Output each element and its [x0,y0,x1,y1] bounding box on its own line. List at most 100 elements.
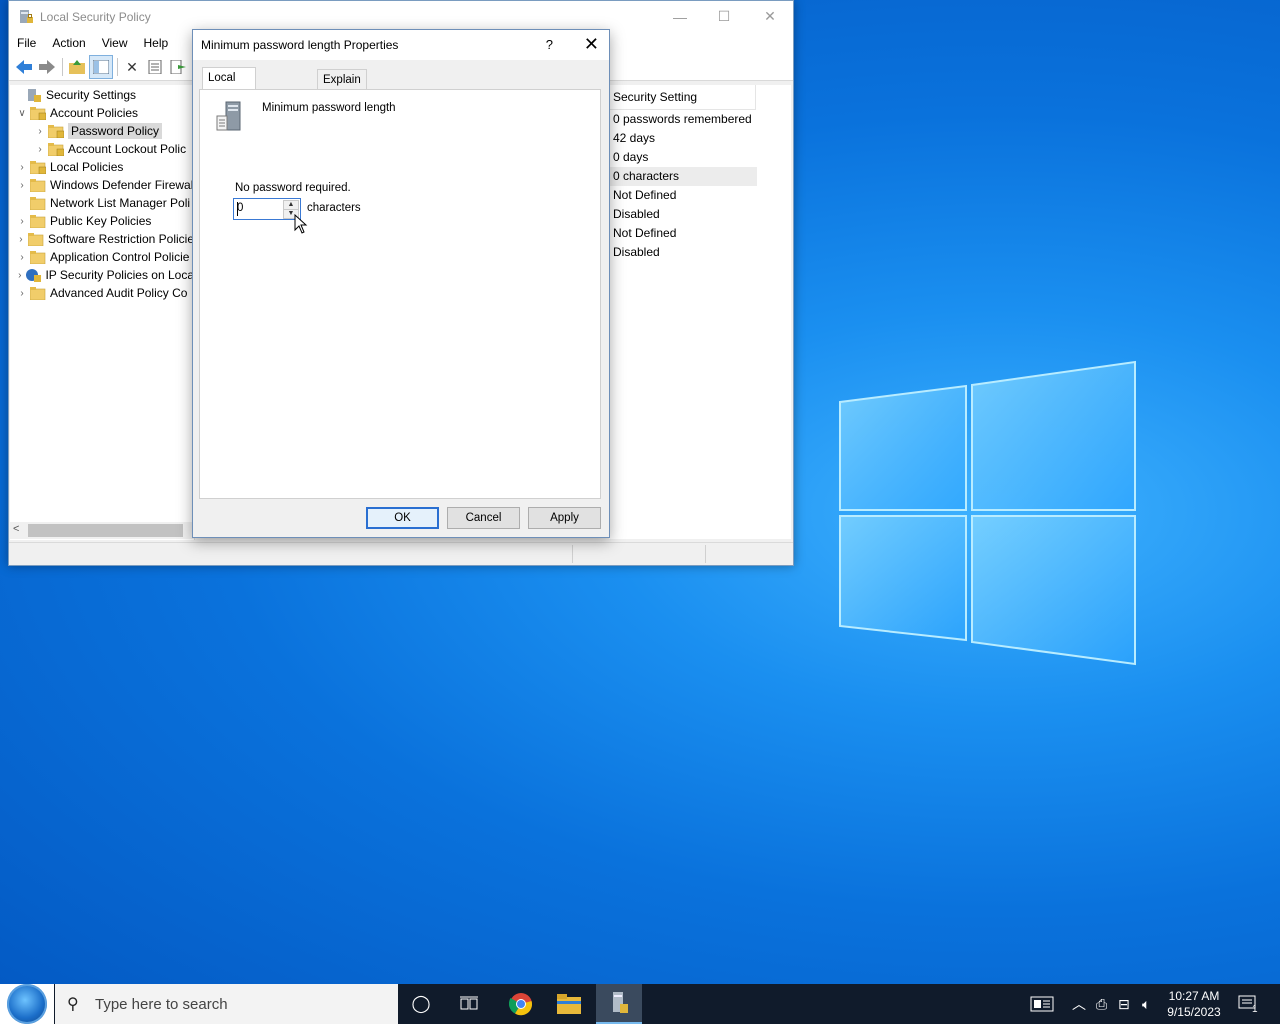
properties-dialog: Minimum password length Properties ? ✕ L… [192,29,610,538]
requirement-note: No password required. [235,182,351,194]
start-button[interactable] [0,984,54,1024]
chevron-right-icon[interactable]: › [16,216,28,227]
chevron-right-icon[interactable]: › [16,270,23,281]
tree-item[interactable]: › Password Policy [10,122,194,140]
close-button[interactable]: ✕ [747,1,793,32]
tree-horizontal-scrollbar[interactable]: < [10,522,194,539]
tree-item[interactable]: ∨ Account Policies [10,104,194,122]
task-view-icon[interactable] [446,984,492,1024]
setting-value[interactable]: Not Defined [609,224,757,243]
scroll-left-icon[interactable]: < [13,523,19,535]
up-folder-icon[interactable] [66,56,88,78]
chevron-right-icon[interactable]: › [16,180,28,191]
clock-date: 9/15/2023 [1167,1005,1221,1019]
chevron-right-icon[interactable]: › [34,144,46,155]
scroll-thumb[interactable] [28,524,183,537]
password-length-spinbox[interactable]: 0 ▲ ▼ [233,198,301,220]
menu-view[interactable]: View [94,36,136,50]
tree-item-label: Network List Manager Poli [50,196,191,210]
folder-icon [30,196,46,210]
chevron-right-icon[interactable]: › [16,288,28,299]
toolbar-separator [62,58,63,76]
tree-item[interactable]: › Software Restriction Policie [10,230,194,248]
tree-item-label: Public Key Policies [50,214,152,228]
meet-now-icon[interactable]: ⎙ [1096,984,1107,1024]
news-icon[interactable] [1030,984,1054,1024]
chevron-right-icon[interactable]: › [16,234,26,245]
tree-item-label: IP Security Policies on Loca [45,268,194,282]
clock[interactable]: 10:27 AM 9/15/2023 [1162,988,1226,1020]
folder-icon [30,214,46,228]
tab-local-security-setting[interactable]: Local Security Setting [202,67,256,124]
tree-item-label: Application Control Policie [50,250,190,264]
setting-value[interactable]: 42 days [609,129,757,148]
apply-button[interactable]: Apply [528,507,601,529]
chevron-right-icon[interactable]: › [16,252,28,263]
notification-center-icon[interactable]: 1 [1238,984,1258,1024]
folder-icon [30,286,46,300]
start-orb-icon [7,984,47,1024]
tree-item-label: Account Policies [50,106,139,120]
tree-pane: Security Settings ∨ Account Policies › Passw… [10,85,195,540]
tree-item[interactable]: › IP Security Policies on Loca [10,266,194,284]
clock-time: 10:27 AM [1168,989,1220,1003]
ok-button[interactable]: OK [366,507,439,529]
status-divider [705,545,706,563]
properties-icon[interactable] [144,56,166,78]
tree-item-label: Password Policy [68,123,163,139]
setting-value[interactable]: 0 passwords remembered [609,110,757,129]
toolbar-separator [117,58,118,76]
chevron-down-icon[interactable]: ∨ [16,108,28,119]
maximize-button[interactable]: ☐ [701,1,747,32]
show-hide-tree-icon[interactable] [89,55,113,79]
search-placeholder: Type here to search [95,995,228,1013]
dialog-close-button[interactable]: ✕ [584,34,599,55]
chevron-right-icon[interactable]: › [34,126,46,137]
status-bar [9,542,793,565]
window-title: Local Security Policy [40,9,151,24]
cortana-icon[interactable]: ◯ [398,984,444,1024]
tree-item[interactable]: Network List Manager Poli [10,194,194,212]
column-header-security-setting[interactable]: Security Setting [609,85,756,110]
chevron-right-icon[interactable]: › [16,162,28,173]
forward-icon[interactable] [36,56,58,78]
tree-item-label: Windows Defender Firewal [50,178,194,192]
tab-explain[interactable]: Explain [317,69,367,91]
search-icon: ⚲ [67,996,79,1013]
tree-item[interactable]: › Local Policies [10,158,194,176]
tree-item-label: Software Restriction Policie [47,232,194,246]
menu-action[interactable]: Action [44,36,93,50]
local-security-policy-taskbar-icon[interactable] [596,984,642,1024]
dialog-titlebar[interactable]: Minimum password length Properties ? ✕ [193,30,609,60]
tree-item[interactable]: Security Settings [10,86,194,104]
setting-value[interactable]: 0 characters [609,167,757,186]
tree-item-label: Account Lockout Polic [68,142,187,156]
tree-item[interactable]: › Account Lockout Polic [10,140,194,158]
setting-value[interactable]: 0 days [609,148,757,167]
setting-value[interactable]: Disabled [609,205,757,224]
show-hidden-icons-chevron-up-icon[interactable]: ︿ [1072,984,1086,1024]
minimize-button[interactable]: — [657,1,703,32]
tree-item[interactable]: › Windows Defender Firewal [10,176,194,194]
menu-file[interactable]: File [9,36,44,50]
back-icon[interactable] [13,56,35,78]
tree-item-label: Security Settings [46,88,137,102]
tree-item[interactable]: › Application Control Policie [10,248,194,266]
folder-lock-icon [30,160,46,174]
cancel-button[interactable]: Cancel [447,507,520,529]
volume-muted-icon[interactable]: 🔈︎ [1142,984,1150,1024]
help-button[interactable]: ? [546,37,553,52]
export-icon[interactable] [167,56,189,78]
delete-icon[interactable]: ✕ [121,56,143,78]
tree-item[interactable]: › Advanced Audit Policy Co [10,284,194,302]
tree-item[interactable]: › Public Key Policies [10,212,194,230]
taskbar: ⚲ Type here to search ◯ ︿ ⎙ ⊟ 🔈︎ 10:27 A… [0,984,1280,1024]
chrome-icon[interactable] [498,984,544,1024]
menu-help[interactable]: Help [136,36,177,50]
window-titlebar[interactable]: Local Security Policy — ☐ ✕ [9,1,793,32]
setting-value[interactable]: Not Defined [609,186,757,205]
network-icon[interactable]: ⊟ [1118,984,1130,1024]
taskbar-search[interactable]: ⚲ Type here to search [55,984,398,1024]
file-explorer-icon[interactable] [546,984,592,1024]
setting-value[interactable]: Disabled [609,243,757,262]
